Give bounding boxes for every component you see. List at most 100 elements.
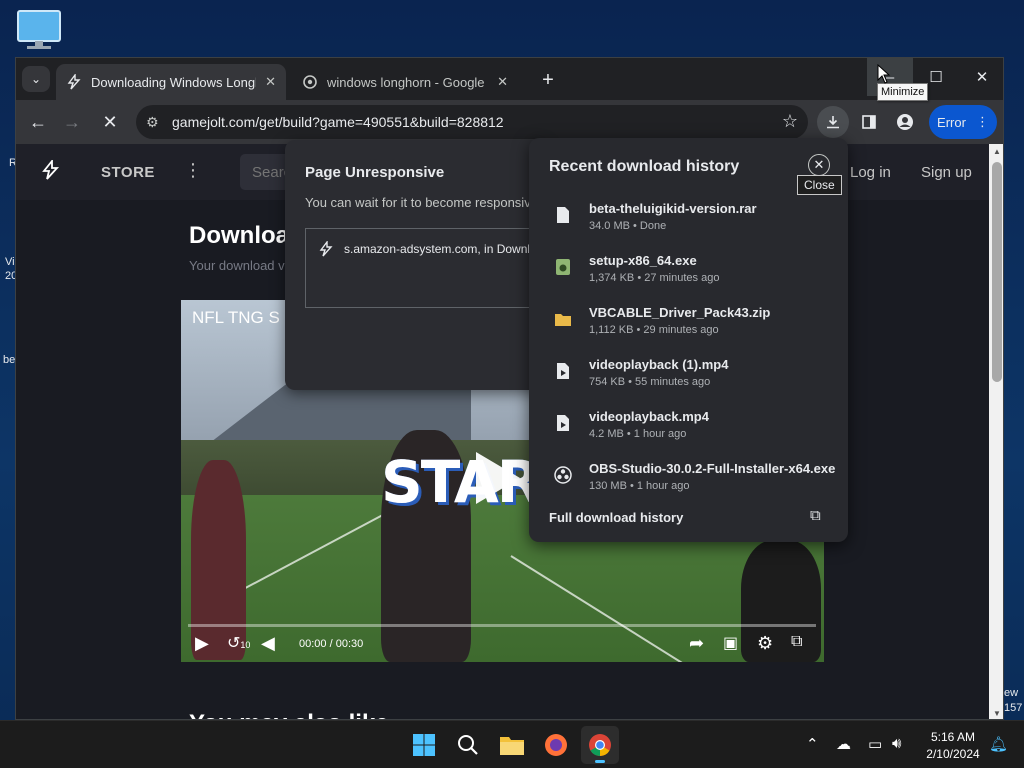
forward-button[interactable]: → xyxy=(58,108,86,136)
more-menu-icon[interactable]: ⋮ xyxy=(184,160,202,181)
volume-icon[interactable]: ◀ xyxy=(261,633,275,654)
gamejolt-logo-icon[interactable] xyxy=(40,160,60,180)
desktop-edge-text: Vi xyxy=(5,256,15,268)
bookmark-star-icon[interactable]: ☆ xyxy=(782,111,798,132)
unresponsive-page-item: s.amazon-adsystem.com, in Downl xyxy=(318,241,530,257)
installer-icon xyxy=(553,256,573,278)
desktop-edge-text: 157 xyxy=(1004,702,1023,714)
file-icon xyxy=(553,204,573,226)
video-file-icon xyxy=(553,360,573,382)
settings-gear-icon[interactable]: ⚙ xyxy=(757,633,773,654)
store-link[interactable]: STORE xyxy=(101,164,155,181)
system-clock[interactable]: 5:16 AM 2/10/2024 xyxy=(918,729,988,763)
new-tab-button[interactable]: + xyxy=(535,67,561,93)
chrome-button[interactable] xyxy=(581,726,619,764)
page-unresponsive-dialog: Page Unresponsive You can wait for it to… xyxy=(285,140,547,390)
firefox-icon xyxy=(545,734,567,756)
stop-button[interactable]: ✕ xyxy=(96,108,124,136)
scrollbar-thumb[interactable] xyxy=(992,162,1002,382)
notification-bell-icon[interactable]: 🔔︎ xyxy=(989,735,1008,753)
page-scrollbar[interactable]: ▲ ▼ xyxy=(989,144,1003,719)
signup-link[interactable]: Sign up xyxy=(921,164,972,181)
rewind-seconds: 10 xyxy=(240,640,251,650)
network-icon[interactable]: ▭ xyxy=(868,735,882,753)
download-item[interactable]: setup-x86_64.exe 1,374 KB • 27 minutes a… xyxy=(529,246,848,298)
onedrive-icon[interactable]: ☁ xyxy=(836,735,851,753)
open-in-new-icon[interactable]: ⧉ xyxy=(810,507,821,524)
tab-active[interactable]: Downloading Windows Longhe ✕ xyxy=(56,64,286,100)
video-person xyxy=(191,460,246,660)
download-meta: 1,374 KB • 27 minutes ago xyxy=(589,272,720,284)
video-file-icon xyxy=(553,412,573,434)
file-explorer-button[interactable] xyxy=(493,726,531,764)
tab-close-icon[interactable]: ✕ xyxy=(497,74,508,90)
download-item[interactable]: VBCABLE_Driver_Pack43.zip 1,112 KB • 29 … xyxy=(529,298,848,350)
video-person xyxy=(741,540,821,662)
download-meta: 4.2 MB • 1 hour ago xyxy=(589,428,687,440)
watch-later-icon[interactable]: ▣ xyxy=(723,633,738,653)
side-panel-button[interactable] xyxy=(853,106,885,138)
page-subtitle: Your download v xyxy=(189,258,285,273)
share-icon[interactable]: ➦ xyxy=(689,633,704,654)
scroll-down-icon[interactable]: ▼ xyxy=(993,709,1001,718)
tab-close-icon[interactable]: ✕ xyxy=(265,74,276,90)
gamejolt-favicon-icon xyxy=(67,74,81,90)
rewind-icon[interactable]: ↺10 xyxy=(227,633,250,653)
chevron-down-icon: ⌄ xyxy=(30,72,42,86)
download-item[interactable]: videoplayback (1).mp4 754 KB • 55 minute… xyxy=(529,350,848,402)
picture-in-picture-icon[interactable]: ⧉ xyxy=(791,633,802,651)
browser-toolbar: ← → ✕ ⚙ gamejolt.com/get/build?game=4905… xyxy=(16,100,1003,144)
clock-time: 5:16 AM xyxy=(930,730,976,744)
download-meta: 130 MB • 1 hour ago xyxy=(589,480,690,492)
profile-button[interactable] xyxy=(889,106,921,138)
address-bar[interactable]: ⚙ gamejolt.com/get/build?game=490551&bui… xyxy=(136,105,808,139)
folder-icon xyxy=(500,737,524,755)
scroll-up-icon[interactable]: ▲ xyxy=(993,147,1001,156)
google-favicon-icon xyxy=(303,75,317,89)
download-history-panel: Recent download history ✕ beta-theluigik… xyxy=(529,138,848,542)
video-current-time: 00:00 xyxy=(299,638,327,650)
computer-icon[interactable] xyxy=(16,10,62,50)
tab-search-button[interactable]: ⌄ xyxy=(22,66,50,92)
download-meta: 34.0 MB • Done xyxy=(589,220,667,232)
download-item[interactable]: videoplayback.mp4 4.2 MB • 1 hour ago xyxy=(529,402,848,454)
tab-strip: ⌄ Downloading Windows Longhe ✕ windows l… xyxy=(16,58,1003,100)
play-icon[interactable]: ▶ xyxy=(195,633,209,654)
mouse-cursor-icon xyxy=(877,64,891,84)
minimize-tooltip: Minimize xyxy=(877,83,929,101)
firefox-button[interactable] xyxy=(537,726,575,764)
download-filename: beta-theluigikid-version.rar xyxy=(589,201,757,216)
download-item[interactable]: beta-theluigikid-version.rar 34.0 MB • D… xyxy=(529,194,848,246)
login-link[interactable]: Log in xyxy=(850,164,891,181)
dialog-text: You can wait for it to become responsiv xyxy=(305,195,531,210)
active-app-indicator xyxy=(595,760,605,763)
tab-title: windows longhorn - Google Se xyxy=(327,74,489,90)
download-meta: 754 KB • 55 minutes ago xyxy=(589,376,711,388)
volume-icon[interactable]: 🔊︎ xyxy=(892,735,901,752)
downloads-button[interactable] xyxy=(817,106,849,138)
chrome-icon xyxy=(589,734,611,756)
arrow-right-icon: → xyxy=(63,111,81,132)
side-panel-icon xyxy=(862,115,876,129)
show-hidden-icons-icon[interactable]: ⌃ xyxy=(806,735,819,753)
tab-inactive[interactable]: windows longhorn - Google Se ✕ xyxy=(292,64,518,100)
unresponsive-pages-list: s.amazon-adsystem.com, in Downl xyxy=(305,228,547,308)
download-meta: 1,112 KB • 29 minutes ago xyxy=(589,324,719,336)
start-button[interactable] xyxy=(405,726,443,764)
full-download-history-link[interactable]: Full download history xyxy=(549,510,683,525)
back-button[interactable]: ← xyxy=(24,108,52,136)
error-menu-button[interactable]: Error ⋮ xyxy=(929,105,997,139)
page-title: Downloa xyxy=(189,222,289,249)
video-title: NFL TNG S xyxy=(192,308,280,327)
obs-icon xyxy=(553,464,573,486)
play-overlay-icon[interactable] xyxy=(476,452,520,504)
close-panel-button[interactable]: ✕ xyxy=(808,154,830,176)
desktop-edge-text: be xyxy=(3,354,16,366)
search-button[interactable] xyxy=(449,726,487,764)
site-settings-icon[interactable]: ⚙ xyxy=(146,114,159,131)
video-progress-bar[interactable] xyxy=(188,624,816,627)
close-window-button[interactable]: ✕ xyxy=(959,58,1003,96)
profile-icon xyxy=(897,114,913,130)
download-item[interactable]: OBS-Studio-30.0.2-Full-Installer-x64.exe… xyxy=(529,454,848,506)
tab-title: Downloading Windows Longhe xyxy=(91,74,257,90)
